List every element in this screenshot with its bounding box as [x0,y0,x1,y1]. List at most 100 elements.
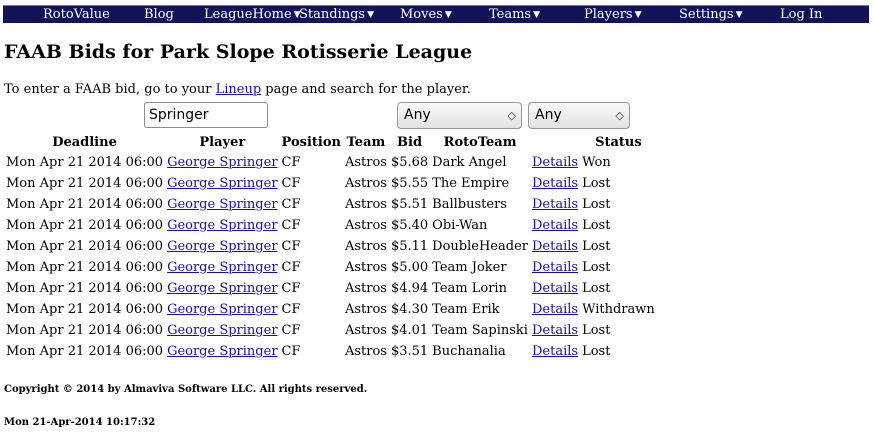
details-link[interactable]: Details [532,239,578,254]
cell-deadline: Mon Apr 21 2014 06:00 [6,281,164,296]
cell-details: Details [530,278,580,299]
cell-position: CF [281,176,301,191]
chevron-down-icon: ▼ [735,10,743,20]
player-link[interactable]: George Springer [167,176,277,191]
cell-bid: $5.00 [390,260,429,275]
cell-bid: $5.55 [390,176,429,191]
nav-login[interactable]: Log In [780,7,822,23]
cell-team: Astros [344,197,387,212]
table-row: Mon Apr 21 2014 06:00 George Springer CF As… [4,320,657,341]
nav-rotovalue[interactable]: RotoValue [43,7,110,23]
intro-text-after: page and search for the player. [261,82,471,97]
player-link[interactable]: George Springer [167,302,277,317]
col-header-rototeam[interactable]: RotoTeam [430,133,530,152]
cell-deadline: Mon Apr 21 2014 06:00 [6,239,164,254]
cell-position: CF [281,197,301,212]
nav-settings[interactable]: Settings ▼ [679,7,743,24]
cell-position: CF [281,218,301,233]
details-link[interactable]: Details [532,281,578,296]
cell-details: Details [530,341,580,362]
rototeam-filter-select[interactable]: Any ◇ [397,102,522,129]
lineup-link[interactable]: Lineup [216,82,262,97]
nav-teams[interactable]: Teams ▼ [489,7,540,24]
cell-bid: $4.01 [390,323,429,338]
cell-bid: $4.30 [390,302,429,317]
player-link[interactable]: George Springer [167,281,277,296]
player-link[interactable]: George Springer [167,344,277,359]
col-header-bid[interactable]: Bid [389,133,430,152]
cell-rototeam: Obi-Wan [432,218,488,233]
col-header-team[interactable]: Team [343,133,389,152]
cell-position: CF [281,281,301,296]
cell-player: George Springer [165,173,279,194]
details-link[interactable]: Details [532,323,578,338]
cell-status: Lost [582,260,611,275]
cell-status: Lost [582,176,611,191]
nav-label: RotoValue [43,7,110,22]
cell-team: Astros [344,344,387,359]
page-title: FAAB Bids for Park Slope Rotisserie Leag… [4,41,473,63]
nav-leaguehome[interactable]: LeagueHome ▼ [204,7,301,24]
player-link[interactable]: George Springer [167,323,277,338]
details-link[interactable]: Details [532,344,578,359]
cell-team: Astros [344,176,387,191]
table-row: Mon Apr 21 2014 06:00 George Springer CF As… [4,194,657,215]
cell-team: Astros [344,218,387,233]
table-row: Mon Apr 21 2014 06:00 George Springer CF As… [4,173,657,194]
page-timestamp: Mon 21-Apr-2014 10:17:32 [4,417,156,428]
cell-position: CF [281,302,301,317]
player-link[interactable]: George Springer [167,239,277,254]
nav-standings[interactable]: Standings ▼ [299,7,374,24]
col-header-position[interactable]: Position [280,133,343,152]
status-filter-select[interactable]: Any ◇ [528,102,630,129]
table-header-row: Deadline Player Position Team Bid RotoTe… [4,133,657,152]
cell-rototeam: Team Joker [432,260,507,275]
table-row: Mon Apr 21 2014 06:00 George Springer CF As… [4,152,657,173]
col-header-details [530,133,580,152]
cell-rototeam: Team Erik [432,302,500,317]
cell-details: Details [530,215,580,236]
details-link[interactable]: Details [532,302,578,317]
cell-deadline: Mon Apr 21 2014 06:00 [6,344,164,359]
cell-status: Withdrawn [582,302,655,317]
cell-rototeam: Dark Angel [432,155,507,170]
cell-status: Won [582,155,611,170]
details-link[interactable]: Details [532,197,578,212]
cell-player: George Springer [165,278,279,299]
cell-deadline: Mon Apr 21 2014 06:00 [6,302,164,317]
nav-moves[interactable]: Moves ▼ [400,7,452,24]
player-link[interactable]: George Springer [167,155,277,170]
chevron-down-icon: ▼ [444,10,452,20]
table-row: Mon Apr 21 2014 06:00 George Springer CF As… [4,215,657,236]
player-link[interactable]: George Springer [167,218,277,233]
col-header-deadline[interactable]: Deadline [4,133,165,152]
table-row: Mon Apr 21 2014 06:00 George Springer CF As… [4,341,657,362]
cell-status: Lost [582,281,611,296]
details-link[interactable]: Details [532,155,578,170]
nav-players[interactable]: Players ▼ [584,7,642,24]
cell-deadline: Mon Apr 21 2014 06:00 [6,218,164,233]
player-link[interactable]: George Springer [167,260,277,275]
updown-chevron-icon: ◇ [615,109,624,122]
player-link[interactable]: George Springer [167,197,277,212]
nav-label: Teams [489,7,532,22]
col-header-status[interactable]: Status [580,133,657,152]
nav-label: Moves [400,7,443,22]
cell-position: CF [281,155,301,170]
details-link[interactable]: Details [532,260,578,275]
cell-status: Lost [582,218,611,233]
nav-blog[interactable]: Blog [144,7,174,23]
faab-bids-table: Deadline Player Position Team Bid RotoTe… [4,133,657,362]
table-row: Mon Apr 21 2014 06:00 George Springer CF As… [4,236,657,257]
chevron-down-icon: ▼ [367,10,375,20]
cell-details: Details [530,173,580,194]
cell-player: George Springer [165,236,279,257]
details-link[interactable]: Details [532,218,578,233]
cell-bid: $5.68 [390,155,429,170]
player-filter-input[interactable] [144,102,268,128]
updown-chevron-icon: ◇ [507,109,516,122]
details-link[interactable]: Details [532,176,578,191]
nav-label: LeagueHome [204,7,292,22]
col-header-player[interactable]: Player [165,133,279,152]
cell-deadline: Mon Apr 21 2014 06:00 [6,176,164,191]
